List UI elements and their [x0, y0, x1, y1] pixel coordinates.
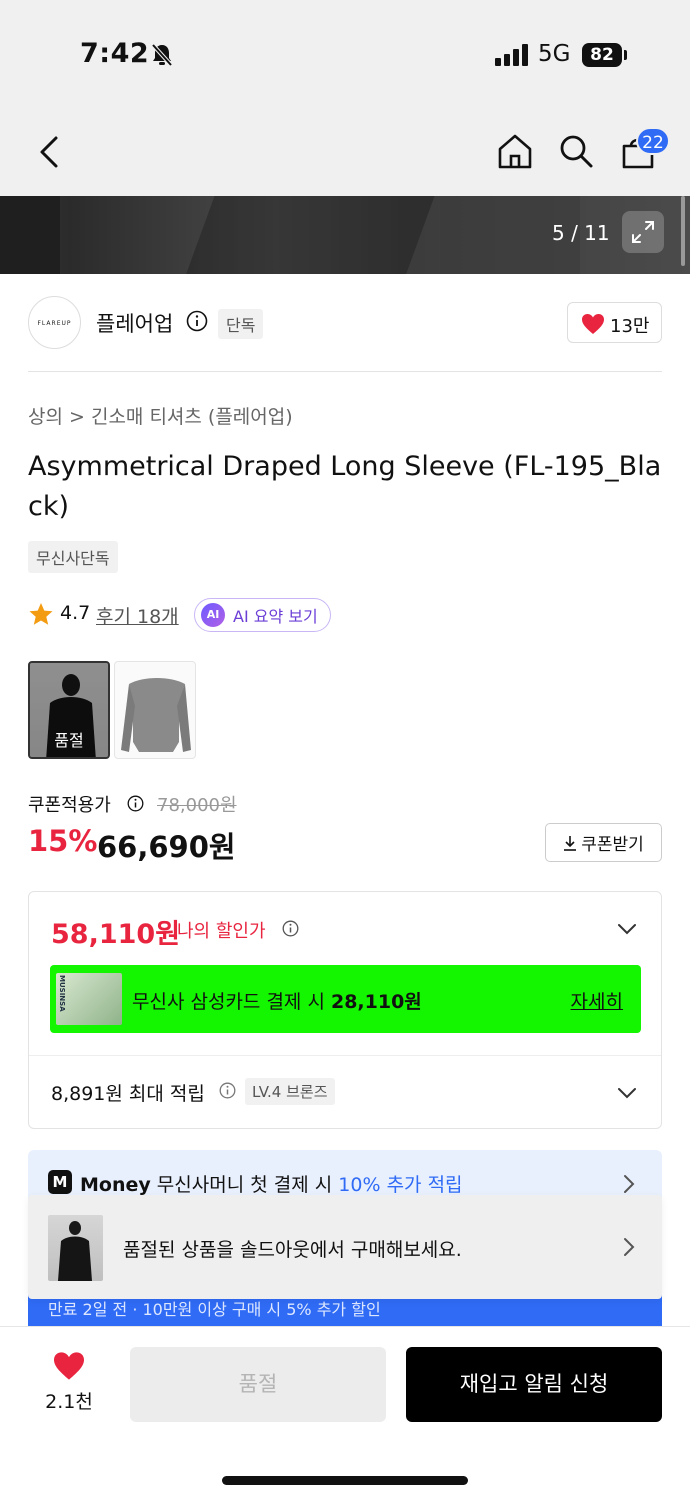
discount-rate: 15%	[28, 824, 98, 858]
wishlist-count: 2.1천	[45, 1391, 93, 1413]
samsung-card-banner[interactable]: MUSINSA 무신사 삼성카드 결제 시 28,110원 자세히	[50, 965, 641, 1033]
soldout-recommend-toast[interactable]: 품절된 상품을 솔드아웃에서 구매해보세요.	[28, 1195, 662, 1299]
toast-product-picture	[58, 1221, 92, 1281]
home-icon[interactable]	[496, 132, 534, 170]
money-banner-text: Money 무신사머니 첫 결제 시 10% 추가 적립	[80, 1174, 463, 1196]
signal-icon	[495, 44, 528, 66]
ai-summary-label: AI 요약 보기	[233, 607, 318, 626]
max-points: 8,891원 최대 적립	[51, 1083, 205, 1105]
star-icon	[29, 603, 53, 625]
status-time: 7:42	[80, 38, 150, 69]
brand-logo[interactable]: FLAREUP	[28, 296, 81, 349]
brand-like-count: 13만	[610, 316, 650, 337]
heart-icon	[582, 314, 604, 334]
money-logo-icon: M	[48, 1170, 72, 1194]
chevron-down-icon[interactable]	[617, 922, 637, 936]
status-bar: 7:42 5G 82	[0, 0, 690, 112]
gallery-page-counter: 5 / 11	[552, 221, 610, 245]
gallery-shape	[0, 196, 60, 274]
toast-product-image	[48, 1215, 103, 1281]
sale-price: 66,690원	[97, 830, 236, 864]
download-coupon-button[interactable]: 쿠폰받기	[545, 823, 662, 862]
restock-alert-button[interactable]: 재입고 알림 신청	[406, 1347, 662, 1422]
brand-row: FLAREUP 플레어업 단독 13만	[28, 296, 662, 349]
benefits-divider	[29, 1055, 661, 1056]
chevron-right-icon[interactable]	[622, 1237, 636, 1257]
scroll-indicator	[681, 196, 685, 266]
expand-icon	[632, 221, 654, 243]
bell-off-icon	[151, 43, 173, 67]
brand-name[interactable]: 플레어업	[96, 308, 173, 338]
network-type: 5G	[538, 41, 571, 67]
card-image: MUSINSA	[56, 973, 122, 1025]
heart-icon	[54, 1352, 84, 1380]
back-icon[interactable]	[36, 134, 62, 170]
soldout-label: 품절	[54, 731, 84, 750]
home-indicator[interactable]	[222, 1476, 468, 1485]
card-detail-link[interactable]: 자세히	[571, 987, 623, 1014]
toast-message: 품절된 상품을 솔드아웃에서 구매해보세요.	[123, 1239, 462, 1261]
breadcrumb[interactable]: 상의 > 긴소매 티셔츠 (플레어업)	[28, 402, 293, 429]
download-icon	[564, 835, 577, 851]
battery-icon: 82	[582, 43, 622, 67]
ai-summary-button[interactable]: AI AI 요약 보기	[194, 598, 331, 632]
product-title: Asymmetrical Draped Long Sleeve (FL-195_…	[28, 451, 662, 522]
search-icon[interactable]	[557, 132, 595, 170]
membership-level-tag: LV.4 브론즈	[245, 1078, 335, 1105]
info-icon[interactable]	[186, 310, 208, 332]
color-option-black[interactable]: 품절	[28, 661, 110, 759]
benefits-box: 58,110원 나의 할인가 MUSINSA 무신사 삼성카드 결제 시 28,…	[28, 891, 662, 1129]
top-nav	[0, 112, 690, 196]
exclusive-tag: 단독	[218, 309, 264, 339]
info-icon[interactable]	[282, 920, 299, 937]
rating-row: 4.7 후기 18개 AI AI 요약 보기	[28, 598, 668, 632]
wishlist-button[interactable]: 2.1천	[34, 1351, 104, 1421]
exclusive-badge: 무신사단독	[28, 541, 118, 573]
soldout-button[interactable]: 품절	[130, 1347, 386, 1422]
card-image-text: MUSINSA	[58, 975, 66, 1012]
bottom-action-bar: 2.1천 품절 재입고 알림 신청	[0, 1326, 690, 1500]
ai-icon: AI	[201, 603, 225, 627]
reviews-link[interactable]: 후기 18개	[96, 602, 179, 629]
money-sub-text: 만료 2일 전 · 10만원 이상 구매 시 5% 추가 할인	[48, 1300, 381, 1319]
battery-tip	[624, 50, 627, 60]
section-divider	[28, 371, 662, 372]
my-discount-price: 58,110원	[51, 919, 181, 950]
my-discount-label: 나의 할인가	[177, 921, 266, 942]
info-icon[interactable]	[219, 1082, 236, 1099]
card-benefit-text: 무신사 삼성카드 결제 시 28,110원	[132, 991, 422, 1013]
brand-like-button[interactable]: 13만	[567, 302, 662, 343]
cart-count-badge: 22	[636, 127, 670, 155]
coupon-price-label: 쿠폰적용가	[28, 795, 111, 816]
color-option-gray[interactable]	[114, 661, 196, 759]
download-coupon-label: 쿠폰받기	[581, 835, 644, 855]
rating-value: 4.7	[60, 602, 91, 624]
chevron-down-icon[interactable]	[617, 1086, 637, 1100]
info-icon[interactable]	[127, 795, 144, 812]
expand-image-button[interactable]	[622, 211, 664, 253]
chevron-right-icon[interactable]	[622, 1174, 636, 1194]
gallery-shape	[178, 196, 442, 274]
product-thumbnail-gray	[121, 678, 191, 752]
original-price: 78,000원	[157, 795, 237, 816]
